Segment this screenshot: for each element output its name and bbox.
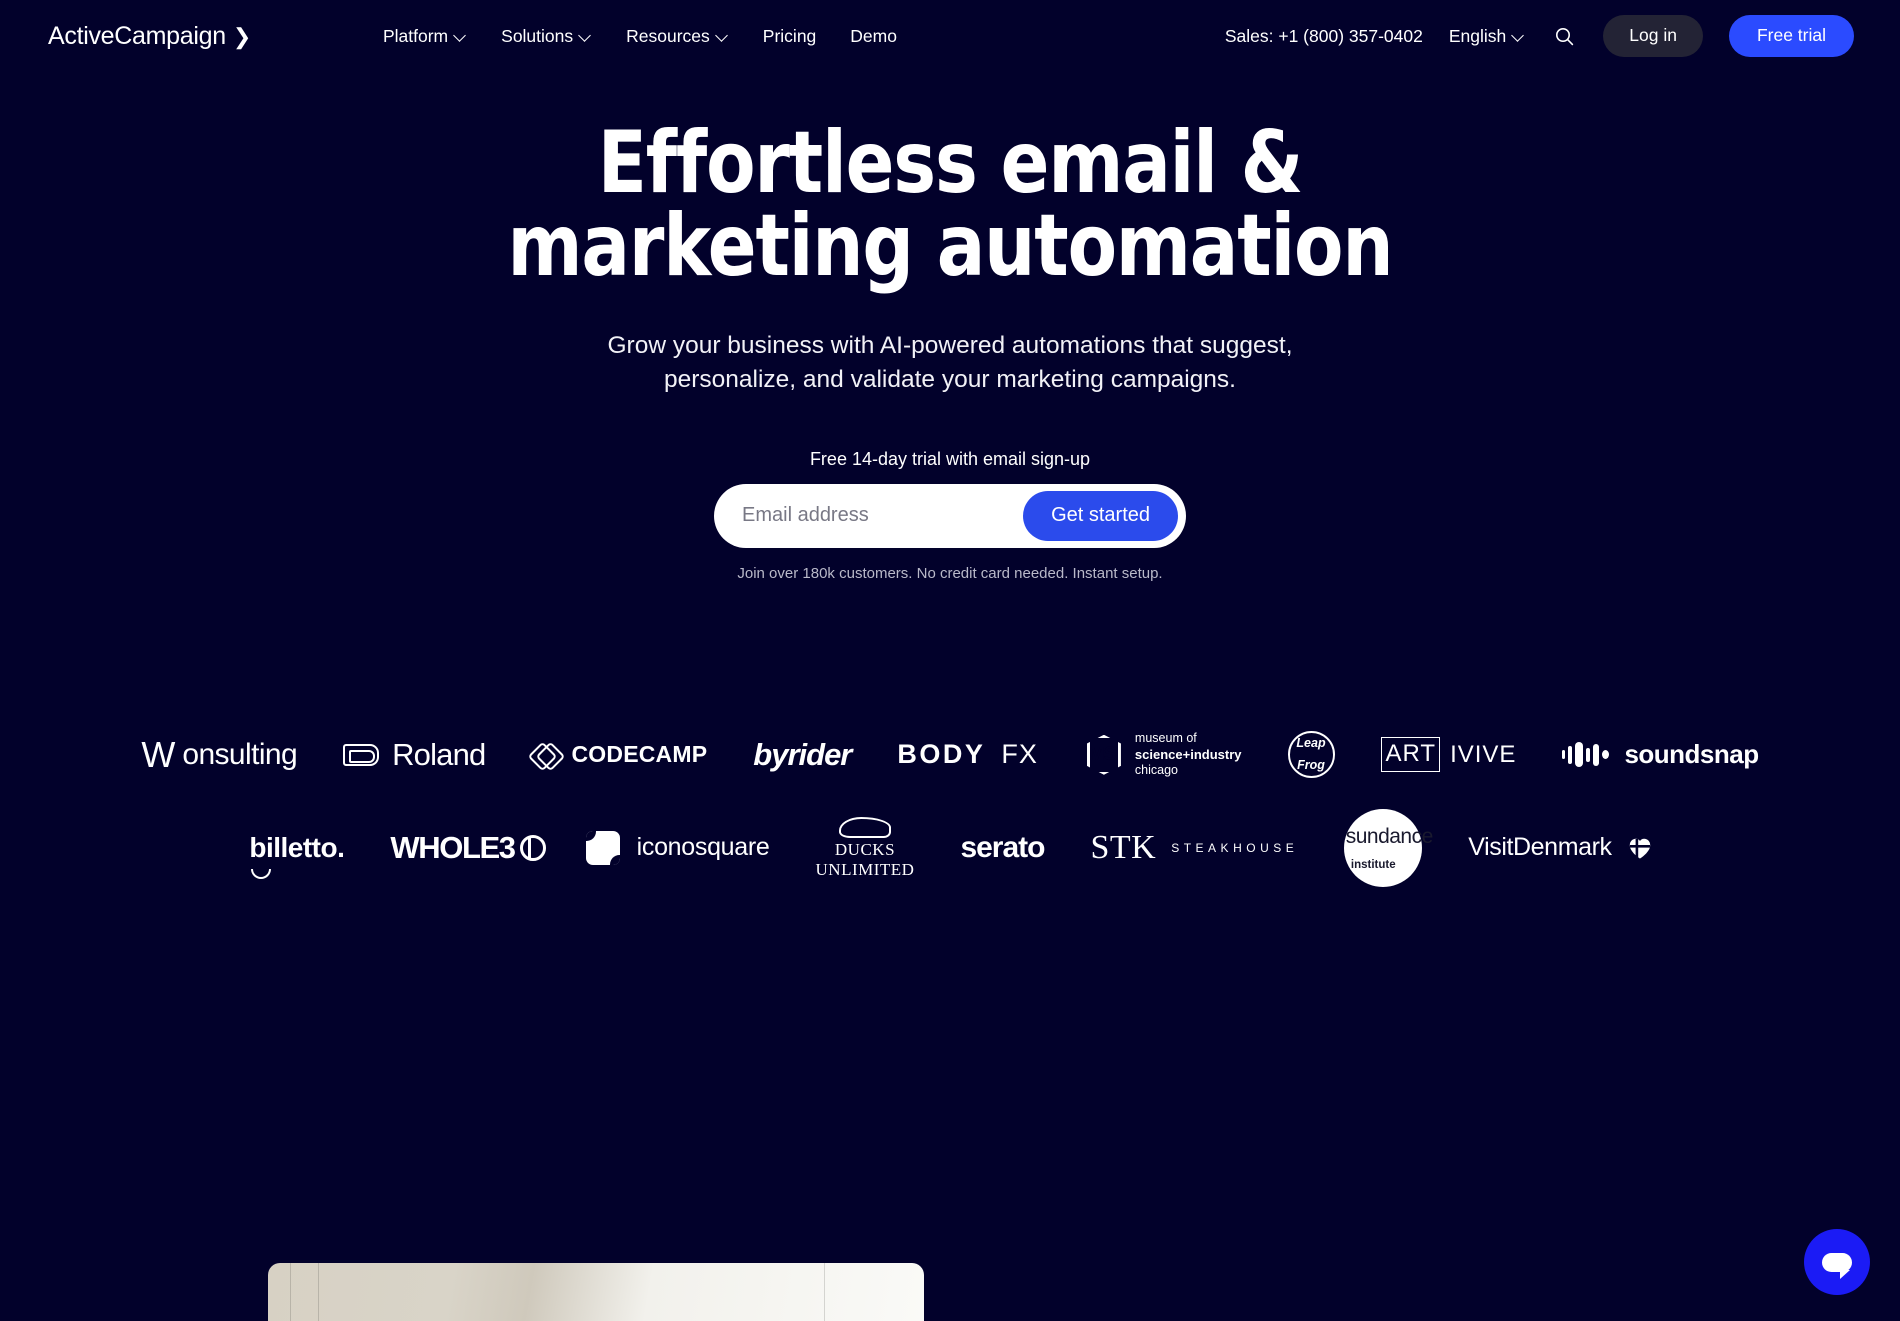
nav-item-solutions[interactable]: Solutions [499,20,594,53]
get-started-button[interactable]: Get started [1023,490,1178,541]
duck-head-icon [838,816,891,838]
sales-phone-link[interactable]: Sales: +1 (800) 357-0402 [1225,26,1423,47]
chevron-down-icon [455,30,467,42]
chat-widget-button[interactable] [1804,1229,1870,1295]
nav-item-platform[interactable]: Platform [381,20,469,53]
email-input[interactable] [720,504,1024,528]
logo-text: onsulting [182,737,298,771]
signup-form: Get started [714,483,1186,548]
logo-bodyfx: BODY FX [897,727,1038,783]
whole30-zero-icon [519,834,546,861]
artivive-boxed-text: ART [1380,737,1441,773]
chevron-down-icon [717,30,729,42]
header-utility-group: Sales: +1 (800) 357-0402 English Log in … [1225,15,1854,57]
logo-artivive: ART IVIVE [1380,727,1517,783]
product-screenshot-peek [268,1263,924,1321]
signup-label: Free 14-day trial with email sign-up [809,448,1091,469]
site-header: ActiveCampaign ❯ Platform Solutions Reso… [0,0,1900,72]
billetto-smile-icon [251,868,272,879]
chevron-right-icon: ❯ [232,24,251,49]
logo-roland: Roland [343,727,486,783]
logo-text-fx: FX [1001,739,1038,770]
logo-text: VisitDenmark [1468,833,1612,862]
logo-leapfrog: Leap Frog [1287,731,1335,779]
logo-byrider: byrider [753,727,852,783]
msi-wordmark: museum of science+industry chicago [1135,731,1242,779]
soundwave-icon [1562,742,1610,768]
ducks-line-1: DUCKS [834,839,896,859]
logo-billetto: billetto. [249,820,345,879]
page-title: Effortless email & marketing automation [507,113,1394,296]
brand-logo[interactable]: ActiveCampaign ❯ [48,22,251,51]
artivive-rest-text: IVIVE [1450,740,1517,768]
wonsulting-w-mark: W [141,733,175,775]
logo-ducks-unlimited: DUCKS UNLIMITED [815,816,915,879]
denmark-heart-flag-icon [1629,837,1651,859]
logo-visitdenmark: VisitDenmark [1468,820,1650,876]
logo-text: CODECAMP [571,741,708,768]
nav-item-demo[interactable]: Demo [848,20,899,53]
logo-text: BODY [897,739,986,770]
nav-label: Platform [382,25,449,46]
logo-text: Roland [392,736,486,772]
logo-row-2: billetto. WHOLE3 iconosquare DUCKS UNLIM… [249,808,1650,887]
codecamp-mark-icon [532,742,560,768]
sundance-line-1: sundance [1345,824,1434,848]
login-button[interactable]: Log in [1603,15,1703,57]
language-selector[interactable]: English [1449,26,1525,47]
logo-soundsnap: soundsnap [1562,727,1759,783]
msi-line-2: science+industry [1134,746,1242,762]
chat-bubble-icon [1822,1252,1852,1279]
nav-label: Resources [626,25,710,46]
primary-navigation: Platform Solutions Resources Pricing Dem… [381,20,899,53]
logo-text: soundsnap [1624,739,1759,770]
msi-line-1: museum of [1134,730,1197,745]
signup-note: Join over 180k customers. No credit card… [737,564,1163,582]
stk-subtext: STEAKHOUSE [1171,840,1299,855]
signup-block: Free 14-day trial with email sign-up Get… [0,449,1900,582]
logo-text: byrider [753,736,852,772]
chevron-down-icon [580,30,592,42]
stk-wordmark: STK [1090,828,1157,866]
logo-wonsulting: W onsulting [141,727,297,783]
chevron-down-icon [1513,30,1525,42]
nav-label: Pricing [762,25,817,46]
iconosquare-mark-icon [585,830,620,865]
hero-section: Effortless email & marketing automation … [0,72,1900,887]
heart-icon [1629,838,1650,859]
logo-stk-steakhouse: STK STEAKHOUSE [1090,820,1298,876]
search-button[interactable] [1551,23,1577,49]
msi-line-3: chicago [1134,762,1179,777]
nav-item-resources[interactable]: Resources [624,20,731,53]
logo-text: billetto. [249,831,345,863]
hero-subtitle: Grow your business with AI-powered autom… [607,332,1293,393]
logo-iconosquare: iconosquare [585,820,770,876]
leapfrog-line-1: Leap [1296,736,1326,751]
nav-label: Solutions [501,25,574,46]
logo-row-1: W onsulting Roland CODECAMP byrider BODY… [141,727,1759,783]
free-trial-button[interactable]: Free trial [1728,15,1854,57]
sundance-line-2: institute [1350,858,1396,871]
logo-text: serato [960,830,1045,864]
nav-label: Demo [850,25,897,46]
search-icon [1555,27,1573,45]
logo-museum-science-industry: museum of science+industry chicago [1084,727,1242,783]
leapfrog-line-2: Frog [1297,758,1325,773]
logo-sundance-institute: sundance institute [1344,808,1433,887]
logo-whole30: WHOLE3 [390,820,546,876]
logo-serato: serato [960,820,1045,876]
nav-item-pricing[interactable]: Pricing [761,20,819,53]
logo-text: iconosquare [636,833,770,862]
customer-logo-wall: W onsulting Roland CODECAMP byrider BODY… [0,727,1900,887]
roland-mark-icon [343,743,380,766]
logo-text: WHOLE3 [390,829,516,865]
ducks-line-2: UNLIMITED [815,859,915,879]
language-label: English [1448,25,1507,46]
brand-name: ActiveCampaign [48,21,226,50]
logo-codecamp: CODECAMP [532,727,708,783]
msi-hexagon-icon [1084,733,1124,777]
